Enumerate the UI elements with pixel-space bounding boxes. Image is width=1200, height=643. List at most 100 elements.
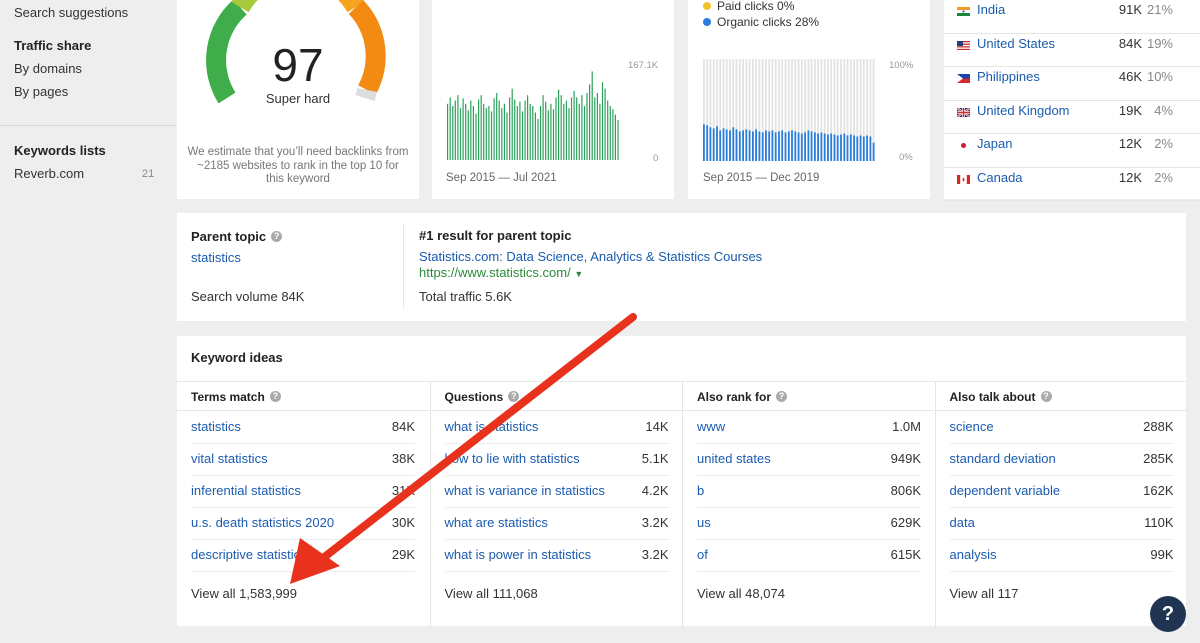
help-icon[interactable]: ? bbox=[271, 231, 283, 243]
volume-bar[interactable] bbox=[576, 97, 578, 160]
organic-clicks-bar[interactable] bbox=[768, 131, 771, 161]
keyword-link[interactable]: b bbox=[697, 483, 704, 498]
organic-clicks-bar[interactable] bbox=[794, 131, 797, 161]
country-row[interactable]: India 91K 21% bbox=[944, 0, 1200, 34]
volume-bar[interactable] bbox=[555, 97, 557, 160]
keyword-link[interactable]: science bbox=[950, 419, 994, 434]
organic-clicks-bar[interactable] bbox=[846, 135, 849, 162]
parent-result-title-link[interactable]: Statistics.com: Data Science, Analytics … bbox=[419, 249, 762, 264]
organic-clicks-bar[interactable] bbox=[745, 129, 748, 161]
organic-clicks-bar[interactable] bbox=[732, 127, 735, 161]
keyword-link[interactable]: vital statistics bbox=[191, 451, 268, 466]
organic-clicks-bar[interactable] bbox=[856, 136, 859, 162]
organic-clicks-bar[interactable] bbox=[703, 124, 705, 161]
organic-clicks-bar[interactable] bbox=[771, 130, 774, 161]
volume-bar[interactable] bbox=[493, 98, 495, 160]
organic-clicks-bar[interactable] bbox=[836, 135, 839, 162]
organic-clicks-bar[interactable] bbox=[735, 129, 738, 161]
volume-bar[interactable] bbox=[470, 100, 472, 160]
organic-clicks-bar[interactable] bbox=[725, 129, 728, 161]
volume-bar[interactable] bbox=[521, 111, 524, 160]
organic-clicks-bar[interactable] bbox=[849, 134, 852, 162]
volume-bar[interactable] bbox=[599, 103, 601, 160]
keyword-link[interactable]: data bbox=[950, 515, 975, 530]
organic-clicks-bar[interactable] bbox=[797, 132, 800, 161]
volume-bar[interactable] bbox=[570, 97, 573, 160]
organic-clicks-bar[interactable] bbox=[817, 133, 819, 162]
help-chat-button[interactable]: ? bbox=[1150, 596, 1186, 632]
volume-bar[interactable] bbox=[501, 108, 503, 160]
volume-bar[interactable] bbox=[578, 103, 580, 160]
country-name[interactable]: Japan bbox=[977, 136, 1012, 151]
volume-bar[interactable] bbox=[516, 106, 518, 160]
volume-bar[interactable] bbox=[467, 110, 469, 160]
keyword-link[interactable]: descriptive statistics bbox=[191, 547, 307, 562]
volume-bar[interactable] bbox=[589, 84, 591, 160]
volume-bar[interactable] bbox=[596, 93, 598, 160]
keyword-link[interactable]: analysis bbox=[950, 547, 997, 562]
volume-bar[interactable] bbox=[459, 108, 462, 160]
organic-clicks-bar[interactable] bbox=[840, 134, 842, 162]
organic-clicks-bar[interactable] bbox=[862, 136, 865, 162]
keyword-link[interactable]: inferential statistics bbox=[191, 483, 301, 498]
country-row[interactable]: United Kingdom 19K 4% bbox=[944, 101, 1200, 134]
view-all-link[interactable]: View all 48,074 bbox=[697, 586, 785, 601]
volume-bar[interactable] bbox=[540, 106, 542, 160]
country-name[interactable]: United States bbox=[977, 36, 1055, 51]
volume-bar[interactable] bbox=[537, 119, 539, 160]
volume-bar[interactable] bbox=[614, 114, 616, 160]
organic-clicks-bar[interactable] bbox=[738, 131, 741, 161]
volume-bar[interactable] bbox=[586, 93, 588, 160]
organic-clicks-bar[interactable] bbox=[748, 130, 751, 161]
sidebar-item-keyword-list[interactable]: Reverb.com bbox=[14, 166, 84, 181]
keyword-link[interactable]: how to lie with statistics bbox=[445, 451, 580, 466]
volume-bar[interactable] bbox=[563, 103, 565, 160]
organic-clicks-bar[interactable] bbox=[820, 132, 823, 161]
volume-bar[interactable] bbox=[447, 103, 449, 160]
volume-bar[interactable] bbox=[560, 95, 562, 160]
volume-bar[interactable] bbox=[594, 97, 596, 160]
organic-clicks-bar[interactable] bbox=[784, 132, 787, 161]
volume-bar[interactable] bbox=[480, 95, 482, 160]
volume-bar[interactable] bbox=[488, 106, 490, 160]
volume-bar[interactable] bbox=[462, 98, 464, 160]
volume-bar[interactable] bbox=[607, 100, 609, 160]
country-name[interactable]: Canada bbox=[977, 170, 1023, 185]
volume-bar[interactable] bbox=[545, 101, 547, 160]
parent-result-url[interactable]: https://www.statistics.com/ ▼ bbox=[419, 265, 583, 280]
keyword-link[interactable]: of bbox=[697, 547, 708, 562]
organic-clicks-bar[interactable] bbox=[774, 132, 777, 161]
organic-clicks-bar[interactable] bbox=[859, 135, 862, 162]
organic-clicks-bar[interactable] bbox=[778, 131, 780, 161]
keyword-link[interactable]: us bbox=[697, 515, 711, 530]
volume-bar[interactable] bbox=[558, 89, 560, 160]
country-name[interactable]: Philippines bbox=[977, 69, 1040, 84]
volume-bar[interactable] bbox=[550, 103, 552, 160]
volume-bar[interactable] bbox=[457, 95, 459, 160]
organic-clicks-bar[interactable] bbox=[742, 130, 744, 161]
country-row[interactable]: United States 84K 19% bbox=[944, 34, 1200, 67]
organic-clicks-bar[interactable] bbox=[807, 130, 810, 161]
organic-clicks-bar[interactable] bbox=[843, 133, 846, 162]
volume-bar[interactable] bbox=[565, 100, 567, 160]
help-icon[interactable]: ? bbox=[776, 391, 788, 403]
keyword-link[interactable]: what is power in statistics bbox=[445, 547, 592, 562]
volume-bar[interactable] bbox=[617, 120, 619, 160]
volume-bar[interactable] bbox=[511, 88, 513, 160]
volume-bar[interactable] bbox=[552, 109, 555, 160]
organic-clicks-bar[interactable] bbox=[869, 136, 872, 162]
help-icon[interactable]: ? bbox=[269, 391, 281, 403]
volume-bar[interactable] bbox=[452, 106, 454, 160]
volume-bar[interactable] bbox=[506, 112, 508, 161]
volume-bar[interactable] bbox=[524, 100, 526, 160]
organic-clicks-bar[interactable] bbox=[752, 131, 754, 161]
volume-bar[interactable] bbox=[472, 106, 474, 160]
organic-clicks-bar[interactable] bbox=[804, 132, 806, 161]
organic-clicks-bar[interactable] bbox=[719, 130, 722, 161]
country-name[interactable]: India bbox=[977, 2, 1005, 17]
keyword-link[interactable]: standard deviation bbox=[950, 451, 1056, 466]
volume-bar[interactable] bbox=[465, 103, 467, 160]
organic-clicks-bar[interactable] bbox=[810, 131, 813, 161]
view-all-link[interactable]: View all 117 bbox=[950, 586, 1019, 601]
help-icon[interactable]: ? bbox=[508, 391, 520, 403]
